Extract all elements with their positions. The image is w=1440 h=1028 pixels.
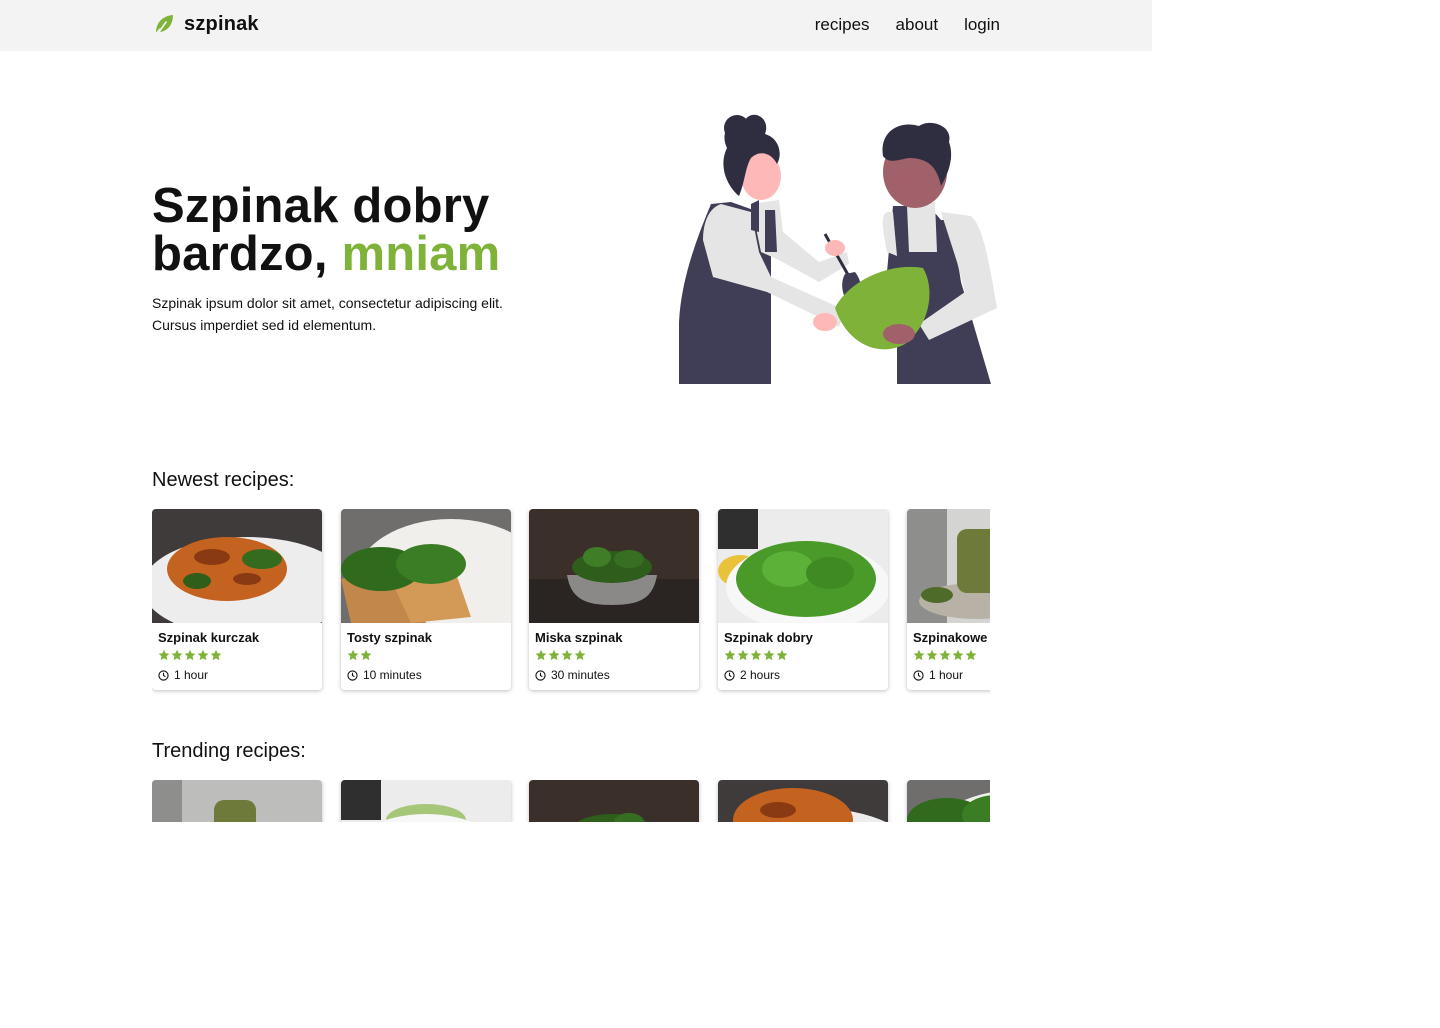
- star-icon: [210, 649, 222, 661]
- nav-links: recipes about login: [815, 15, 1000, 35]
- recipe-time: 30 minutes: [535, 668, 610, 682]
- spinach-chicken-photo: [152, 509, 322, 623]
- brand-logo-link[interactable]: szpinak: [152, 12, 259, 36]
- hero-description: Szpinak ipsum dolor sit amet, consectetu…: [152, 295, 503, 333]
- spinach-pancakes-photo: [907, 509, 990, 623]
- recipe-card[interactable]: Szpinak dobry 2 hours: [718, 509, 888, 690]
- newest-recipes-track: Szpinak kurczak 1 hour Tosty szpinak 10 …: [152, 509, 990, 699]
- clock-icon: [535, 669, 546, 681]
- spinach-salad-photo: [718, 509, 888, 623]
- recipe-name: Szpinak kurczak: [158, 630, 260, 645]
- nav-link-recipes[interactable]: recipes: [815, 15, 870, 35]
- hero-title: Szpinak dobry bardzo, mniam: [152, 179, 501, 281]
- hero-title-line1: Szpinak dobry: [152, 179, 490, 233]
- star-icon: [763, 649, 775, 661]
- spinach-chicken-photo: [718, 780, 888, 822]
- star-icon: [535, 649, 547, 661]
- recipe-card[interactable]: [341, 780, 511, 822]
- rating-stars: [913, 649, 977, 661]
- recipe-time-label: 30 minutes: [551, 668, 610, 682]
- recipe-time: 2 hours: [724, 668, 780, 682]
- recipe-card[interactable]: [718, 780, 888, 822]
- star-icon: [776, 649, 788, 661]
- recipe-name: Miska szpinak: [535, 630, 623, 645]
- nav-link-login[interactable]: login: [964, 15, 1000, 35]
- star-icon: [952, 649, 964, 661]
- rating-stars: [347, 649, 372, 661]
- newest-recipes-row[interactable]: Szpinak kurczak 1 hour Tosty szpinak 10 …: [152, 509, 990, 699]
- spinach-pancakes-photo: [152, 780, 322, 822]
- star-icon: [939, 649, 951, 661]
- two-cooks-illustration: [679, 114, 997, 384]
- recipe-time: 10 minutes: [347, 668, 422, 682]
- rating-stars: [158, 649, 222, 661]
- navbar: szpinak recipes about login: [0, 0, 1152, 51]
- recipe-card[interactable]: Tosty szpinak 10 minutes: [341, 509, 511, 690]
- star-icon: [197, 649, 209, 661]
- spinach-leaf-icon: [154, 15, 173, 36]
- recipe-time: 1 hour: [158, 668, 208, 682]
- star-icon: [347, 649, 359, 661]
- spinach-salad-photo: [341, 780, 511, 822]
- recipe-card[interactable]: [529, 780, 699, 822]
- trending-recipes-heading: Trending recipes:: [152, 740, 306, 762]
- spinach-toast-photo: [341, 509, 511, 623]
- star-icon: [548, 649, 560, 661]
- nav-link-about[interactable]: about: [896, 15, 939, 35]
- trending-recipes-row[interactable]: [152, 780, 990, 822]
- star-icon: [724, 649, 736, 661]
- hero-title-accent: mniam: [341, 227, 501, 281]
- star-icon: [184, 649, 196, 661]
- recipe-time-label: 1 hour: [929, 668, 964, 682]
- recipe-time: 1 hour: [913, 668, 963, 682]
- recipe-name: Szpinakowe: [913, 630, 988, 645]
- recipe-card[interactable]: Miska szpinak 30 minutes: [529, 509, 699, 690]
- newest-recipes-heading: Newest recipes:: [152, 469, 295, 491]
- star-icon: [360, 649, 372, 661]
- star-icon: [158, 649, 170, 661]
- recipe-card[interactable]: Szpinak kurczak 1 hour: [152, 509, 322, 690]
- star-icon: [171, 649, 183, 661]
- clock-icon: [158, 669, 169, 681]
- brand-name: szpinak: [184, 12, 259, 35]
- recipe-time-label: 10 minutes: [363, 668, 422, 682]
- star-icon: [574, 649, 586, 661]
- trending-recipes-track: [152, 780, 990, 822]
- spinach-bowl-photo: [529, 780, 699, 822]
- recipe-card[interactable]: Szpinakowe 1 hour: [907, 509, 990, 690]
- rating-stars: [724, 649, 788, 661]
- clock-icon: [724, 669, 735, 681]
- star-icon: [737, 649, 749, 661]
- star-icon: [965, 649, 977, 661]
- recipe-time-label: 2 hours: [740, 668, 781, 682]
- clock-icon: [913, 669, 924, 681]
- spinach-bowl-photo: [529, 509, 699, 623]
- recipe-time-label: 1 hour: [174, 668, 209, 682]
- spinach-toast-photo: [907, 780, 990, 822]
- recipe-card[interactable]: [907, 780, 990, 822]
- clock-icon: [347, 669, 358, 681]
- recipe-card[interactable]: [152, 780, 322, 822]
- recipe-name: Tosty szpinak: [347, 630, 433, 645]
- hero-title-line2: bardzo,: [152, 227, 328, 281]
- star-icon: [926, 649, 938, 661]
- star-icon: [561, 649, 573, 661]
- star-icon: [913, 649, 925, 661]
- star-icon: [750, 649, 762, 661]
- rating-stars: [535, 649, 586, 661]
- recipe-name: Szpinak dobry: [724, 630, 813, 645]
